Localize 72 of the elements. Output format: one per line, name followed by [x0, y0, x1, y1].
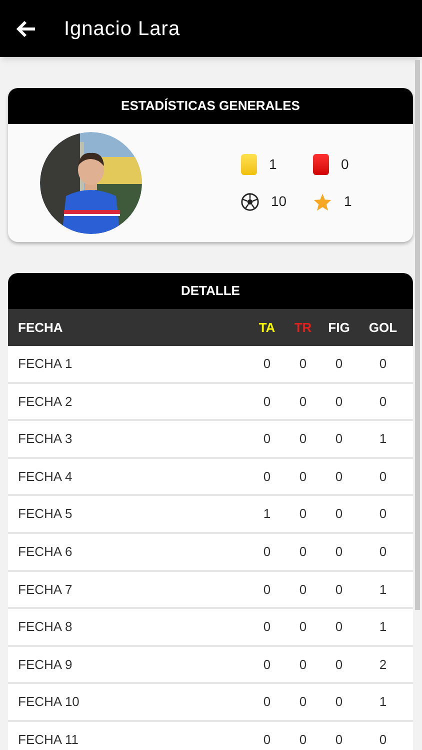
table-cell-text: 0	[298, 730, 308, 749]
table-cell-text: FECHA 2	[17, 392, 74, 411]
table-cell-text: 1	[378, 618, 388, 636]
table-cell-text: 0	[298, 618, 308, 636]
table-cell-text: 0	[262, 693, 272, 712]
table-cell-text: 0	[334, 505, 344, 524]
table-cell-text: 0	[334, 693, 344, 712]
table-cell-text: 0	[298, 543, 308, 562]
table-cell-text: 0	[378, 355, 388, 374]
table-cell-text: 0	[378, 543, 388, 562]
star-icon	[313, 192, 332, 210]
table-cell-text: 0	[378, 730, 388, 749]
table-cell-text: 0	[262, 355, 272, 374]
table-cell-text: 0	[298, 656, 308, 674]
table-cell-text: 1	[378, 580, 388, 599]
table-cell-text: 0	[298, 392, 308, 411]
column-header: GOL	[368, 318, 398, 337]
column-header: FECHA	[17, 318, 64, 337]
table-cell-text: 0	[334, 392, 344, 411]
table-cell-text: 0	[262, 618, 272, 636]
table-cell-text: 0	[262, 730, 272, 749]
table-cell-text: FECHA 4	[17, 468, 74, 486]
table-cell-text: 1	[262, 505, 272, 524]
table-cell-text: FECHA 9	[17, 656, 74, 674]
table-cell-text: FECHA 3	[17, 430, 74, 448]
card-title: DETALLE	[8, 273, 413, 309]
table-cell-text: 1	[378, 430, 388, 448]
table-cell-text: 0	[334, 656, 344, 674]
table-cell-text: 0	[262, 656, 272, 674]
table-cell-text: 0	[262, 430, 272, 448]
table-cell-text: FECHA 7	[17, 580, 74, 599]
table-cell-text: 0	[334, 580, 344, 599]
table-cell-text: FECHA 8	[17, 618, 74, 636]
column-header: FIG	[327, 318, 351, 337]
stat-value: 10	[271, 192, 287, 211]
table-cell-text: 0	[298, 430, 308, 448]
table-cell-text: 0	[298, 693, 308, 712]
card-title: ESTADÍSTICAS GENERALES	[8, 88, 413, 124]
stat-value: 1	[269, 155, 277, 174]
table-cell-text: 1	[378, 693, 388, 712]
table-cell-text: 0	[334, 543, 344, 562]
table-cell-text: 0	[334, 618, 344, 636]
table-cell-text: FECHA 5	[17, 505, 74, 524]
back-arrow-icon[interactable]	[16, 20, 36, 38]
table-cell-text: 0	[378, 505, 388, 524]
table-cell-text: 0	[298, 580, 308, 599]
table-cell-text: FECHA 10	[17, 693, 80, 712]
table-cell-text: 0	[262, 580, 272, 599]
ejection-card-icon	[313, 154, 329, 175]
stat-value: 0	[341, 155, 349, 174]
caution-card-icon	[241, 154, 257, 175]
table-cell-text: 0	[334, 355, 344, 374]
table-cell-text: 0	[378, 392, 388, 411]
table-cell-text: 0	[298, 468, 308, 486]
table-cell-text: FECHA 11	[17, 730, 80, 749]
table-cell-text: 0	[334, 468, 344, 486]
column-header: TR	[293, 318, 313, 337]
page-title: Ignacio Lara	[64, 16, 180, 42]
table-cell-text: FECHA 1	[17, 355, 74, 374]
table-cell-text: 0	[262, 468, 272, 486]
stat-value: 1	[344, 192, 352, 211]
table-cell-text: 0	[334, 730, 344, 749]
table-cell-text: 0	[262, 543, 272, 562]
table-cell-text: 0	[334, 430, 344, 448]
table-cell-text: 0	[298, 505, 308, 524]
soccer-ball-icon	[241, 192, 259, 210]
table-cell-text: 0	[262, 392, 272, 411]
table-cell-text: 0	[298, 355, 308, 374]
table-cell-text: FECHA 6	[17, 543, 74, 562]
table-cell-text: 2	[378, 656, 388, 674]
table-cell-text: 0	[378, 468, 388, 486]
column-header: TA	[258, 318, 276, 337]
